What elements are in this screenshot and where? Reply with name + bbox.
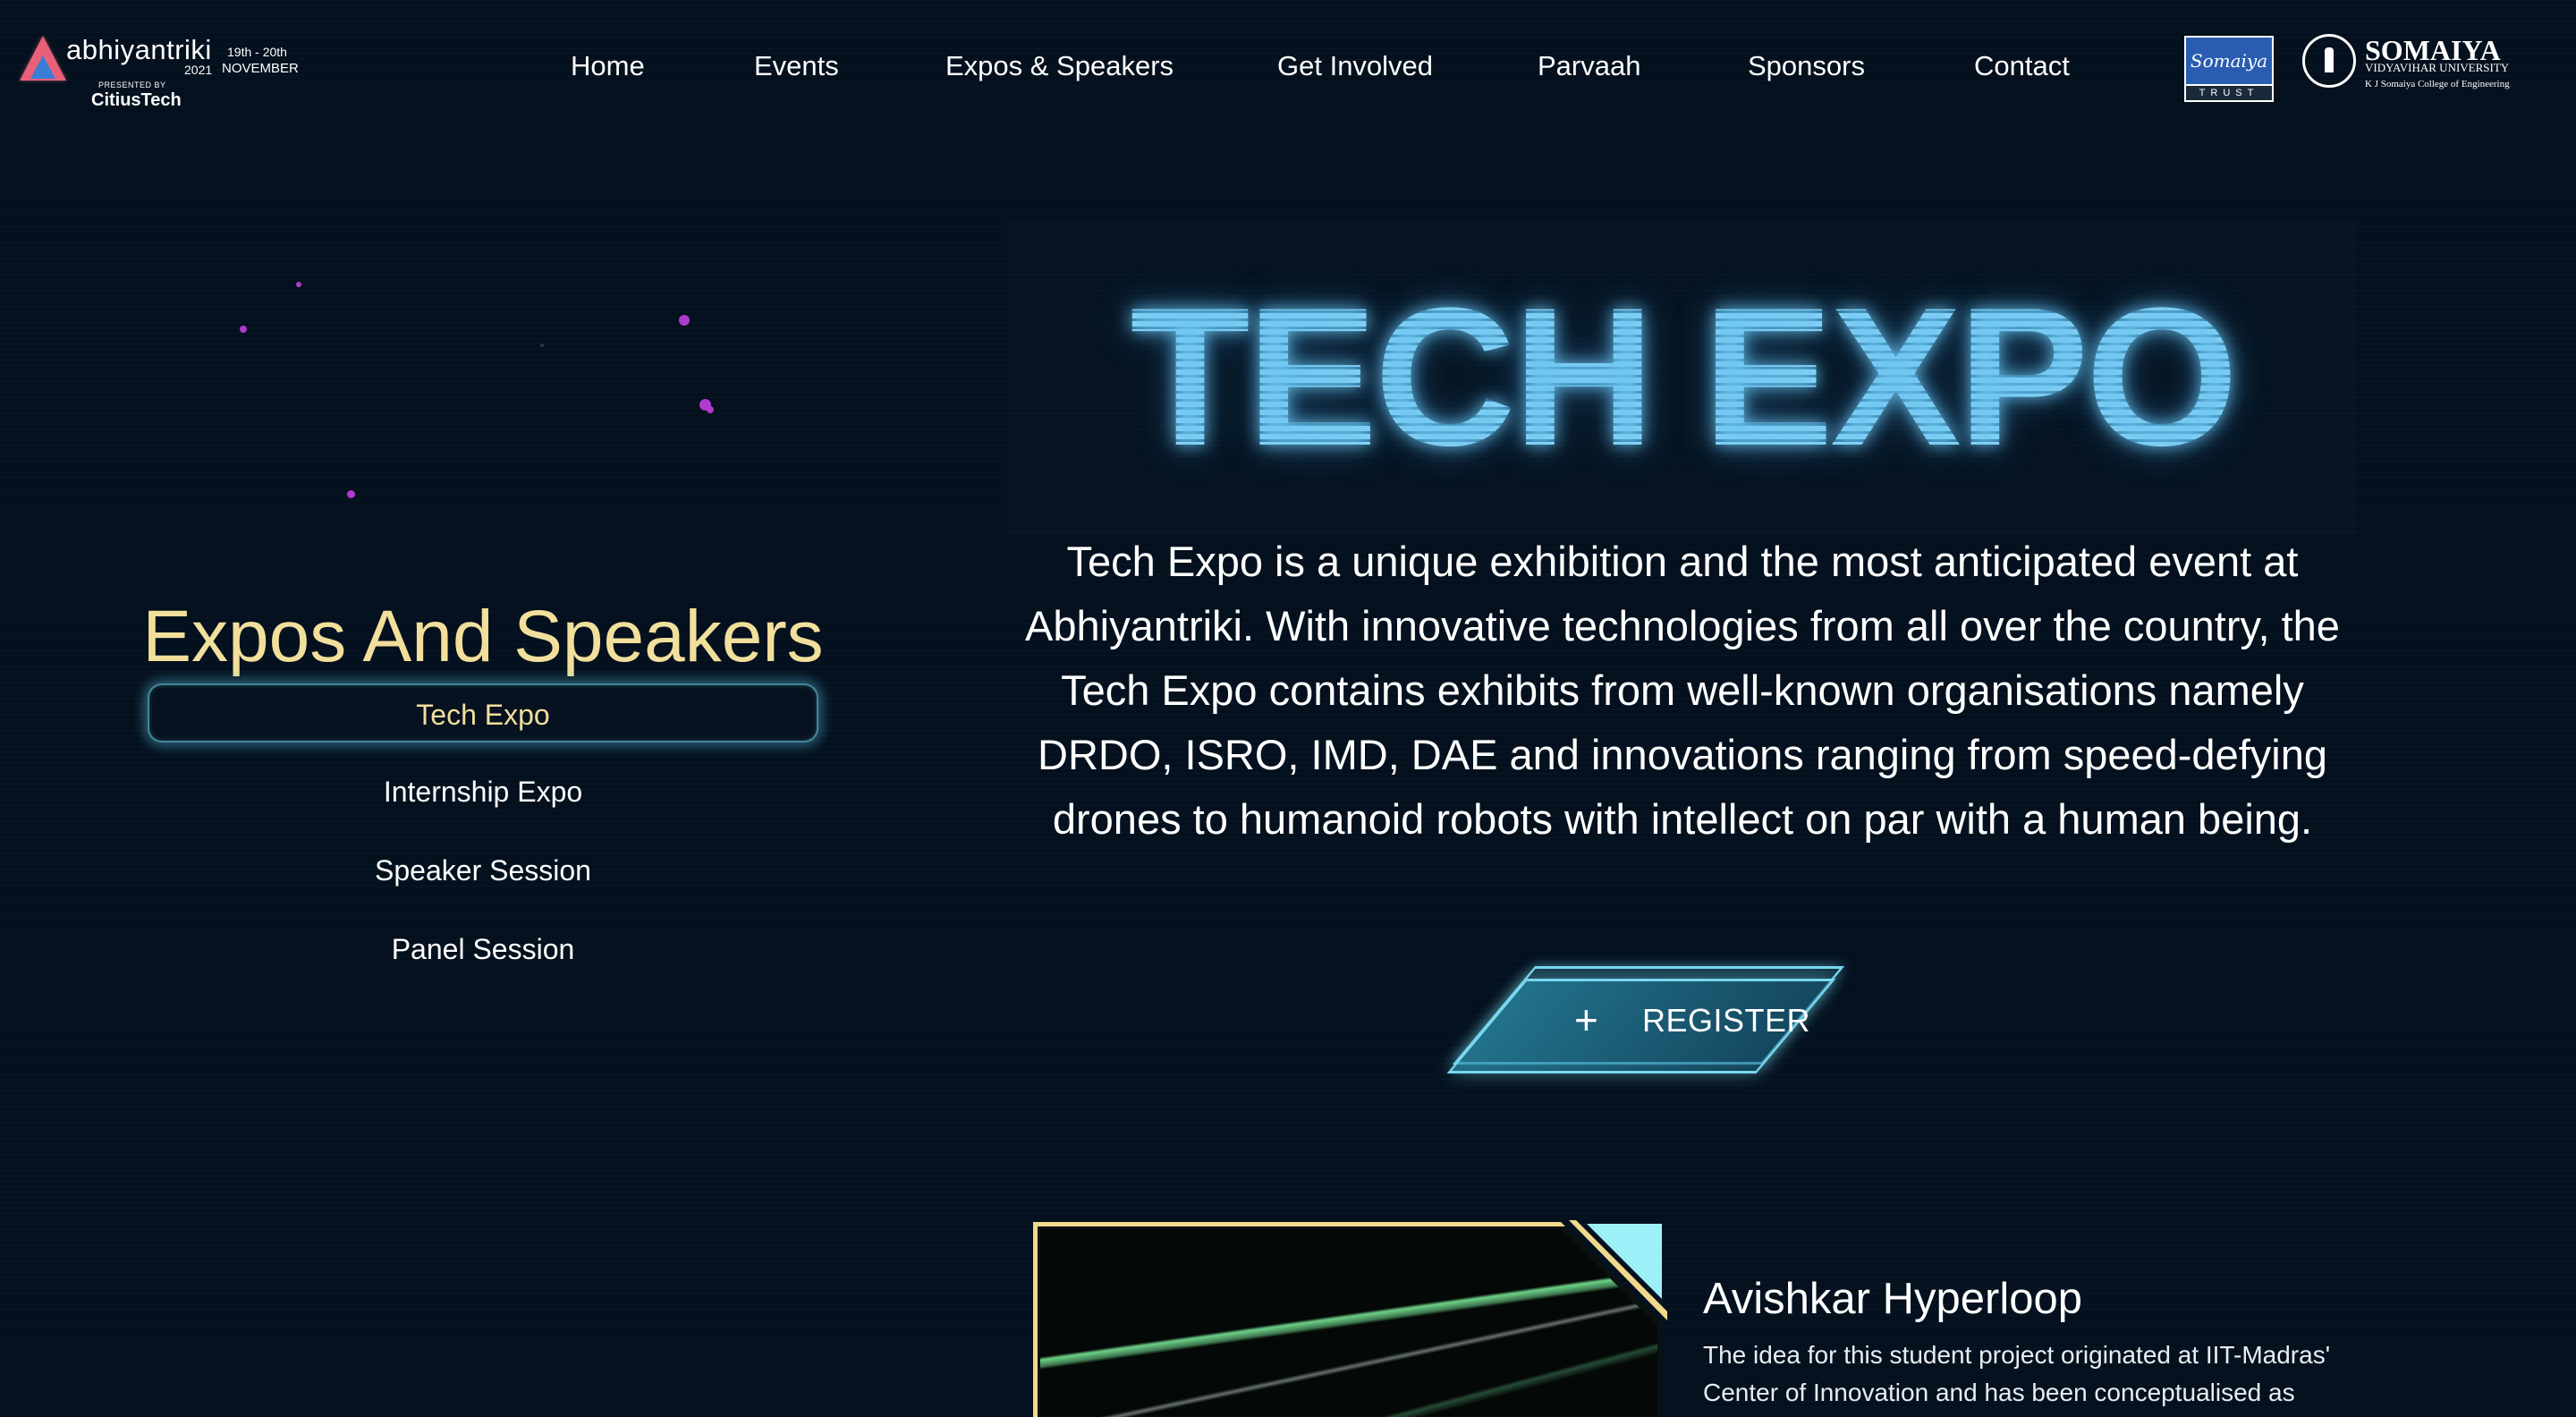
particle-dot	[347, 490, 355, 498]
register-label: REGISTER	[1642, 1002, 1811, 1039]
page: abhiyantriki 2021 19th - 20th NOVEMBER P…	[0, 0, 2576, 1417]
project-card-title: Avishkar Hyperloop	[1703, 1275, 2082, 1323]
nav-sponsors[interactable]: Sponsors	[1748, 50, 1865, 82]
university-subtitle: VIDYAVIHAR UNIVERSITY	[2365, 61, 2510, 74]
particle-dot	[240, 326, 247, 333]
hero-title: TECH EXPO	[1007, 265, 2358, 488]
nav-get-involved[interactable]: Get Involved	[1277, 50, 1433, 82]
somaiya-university-logo[interactable]: SOMAIYA VIDYAVIHAR UNIVERSITY K J Somaiy…	[2302, 34, 2535, 97]
particle-dot	[296, 282, 301, 287]
project-card-image[interactable]	[1040, 1229, 1657, 1417]
nav-events[interactable]: Events	[754, 50, 839, 82]
project-card-description: The idea for this student project origin…	[1703, 1341, 2331, 1406]
site-header: abhiyantriki 2021 19th - 20th NOVEMBER P…	[0, 0, 2576, 143]
register-button[interactable]: + REGISTER	[1446, 966, 1884, 1073]
nav-expos-speakers[interactable]: Expos & Speakers	[945, 50, 1174, 82]
trust-logo-sub: TRUST	[2186, 86, 2272, 100]
nav-home[interactable]: Home	[571, 50, 645, 82]
somaiya-trust-logo[interactable]: Somaiya TRUST	[2184, 36, 2274, 102]
university-emblem-icon	[2302, 34, 2356, 88]
plus-icon: +	[1574, 997, 1598, 1043]
hero-description: Tech Expo is a unique exhibition and the…	[1025, 538, 2340, 843]
expo-menu: Tech Expo Internship Expo Speaker Sessio…	[148, 683, 818, 998]
particle-dot	[707, 406, 714, 413]
logo-sponsor: CitiusTech	[91, 90, 182, 110]
particle-dot	[540, 344, 544, 347]
section-title: Expos And Speakers	[142, 595, 824, 677]
nav-parvaah[interactable]: Parvaah	[1538, 50, 1640, 82]
university-college: K J Somaiya College of Engineering	[2365, 79, 2510, 89]
nav-contact[interactable]: Contact	[1974, 50, 2070, 82]
menu-item-tech-expo[interactable]: Tech Expo	[148, 683, 818, 742]
menu-item-speaker-session[interactable]: Speaker Session	[148, 841, 818, 900]
menu-item-panel-session[interactable]: Panel Session	[148, 920, 818, 979]
particle-dot	[679, 315, 690, 326]
trust-logo-script: Somaiya	[2186, 38, 2272, 84]
menu-item-internship-expo[interactable]: Internship Expo	[148, 762, 818, 821]
